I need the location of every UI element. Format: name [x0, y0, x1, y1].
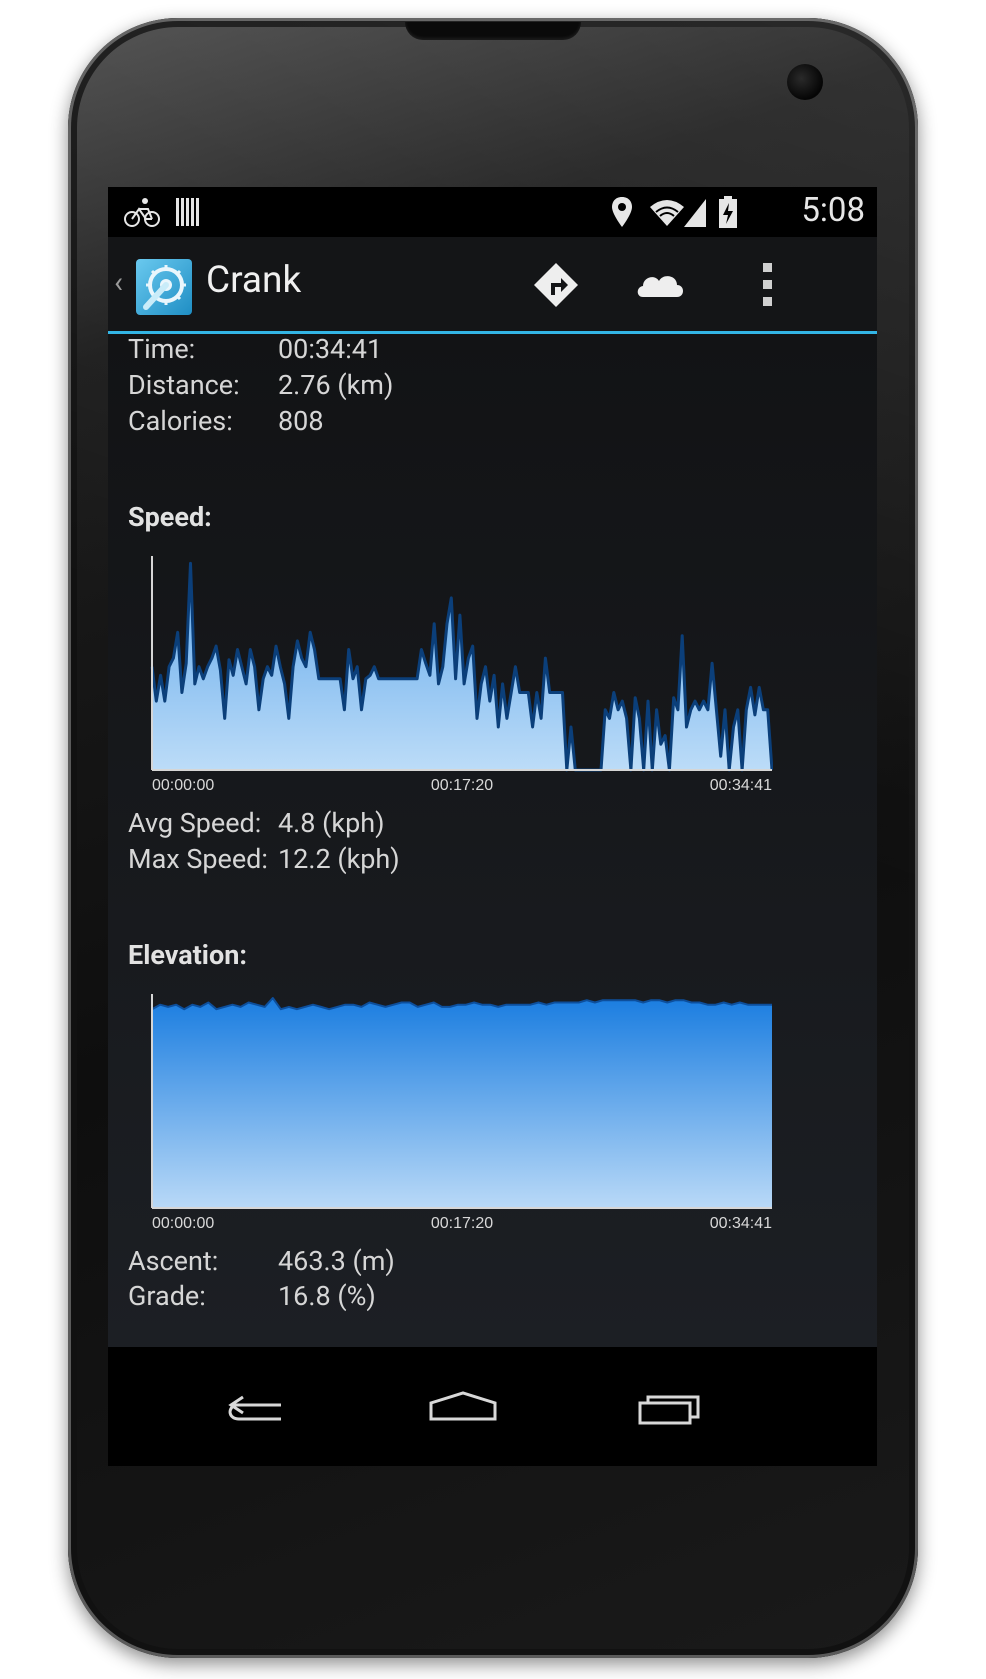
speed-chart-tick-label: 00:34:41	[710, 777, 772, 794]
calories-value: 808	[278, 405, 324, 437]
barcode-icon	[174, 195, 200, 233]
screen: 5:08 ‹ Crank Time: 00:34:41 Distance: 2.…	[108, 187, 877, 1466]
elevation-chart-tick-label: 00:17:20	[431, 1215, 493, 1232]
action-bar: ‹ Crank	[108, 237, 877, 334]
time-label: Time:	[128, 334, 196, 365]
elevation-chart-area	[152, 998, 772, 1208]
calories-label: Calories:	[128, 405, 233, 437]
navigation-bar	[108, 1347, 877, 1466]
directions-icon	[534, 263, 578, 307]
status-bar: 5:08	[108, 187, 877, 237]
elevation-chart-tick-label: 00:34:41	[710, 1215, 772, 1232]
home-button[interactable]	[413, 1367, 513, 1447]
avg-speed-value: 4.8 (kph)	[278, 807, 385, 839]
ascent-label: Ascent:	[128, 1245, 219, 1277]
cloud-icon	[637, 276, 683, 297]
speed-chart-tick-label: 00:00:00	[152, 777, 214, 794]
speed-title: Speed:	[128, 501, 212, 533]
wifi-icon	[648, 195, 686, 233]
recent-apps-icon	[638, 1395, 700, 1425]
distance-value: 2.76 (km)	[278, 369, 394, 401]
elevation-chart: 00:00:00 00:17:20 00:34:41	[151, 994, 772, 1232]
time-value: 00:34:41	[278, 334, 383, 365]
overflow-menu-icon	[763, 263, 772, 306]
back-icon	[228, 1395, 281, 1421]
back-button[interactable]	[205, 1367, 305, 1447]
ascent-value: 463.3 (m)	[278, 1245, 395, 1277]
signal-icon	[682, 195, 708, 233]
recent-apps-button[interactable]	[622, 1367, 722, 1447]
front-camera	[787, 64, 823, 100]
directions-button[interactable]	[526, 259, 586, 313]
cloud-sync-button[interactable]	[631, 259, 691, 313]
overflow-menu-button[interactable]	[738, 259, 798, 313]
bicycle-icon	[124, 195, 160, 233]
crank-app-icon[interactable]	[136, 259, 192, 315]
grade-value: 16.8 (%)	[278, 1280, 376, 1312]
battery-charging-icon	[718, 195, 738, 233]
location-pin-icon	[610, 195, 634, 233]
status-time: 5:08	[801, 191, 865, 230]
distance-label: Distance:	[128, 369, 240, 401]
home-icon	[429, 1391, 497, 1421]
app-title: Crank	[206, 259, 302, 302]
elevation-title: Elevation:	[128, 939, 247, 971]
earpiece-speaker	[405, 22, 581, 40]
up-caret-icon[interactable]: ‹	[114, 265, 123, 300]
avg-speed-label: Avg Speed:	[128, 807, 262, 839]
speed-chart: 00:00:00 00:17:20 00:34:41	[150, 556, 773, 794]
grade-label: Grade:	[128, 1280, 206, 1312]
speed-chart-tick-label: 00:17:20	[431, 777, 493, 794]
ride-details-content[interactable]: Time: 00:34:41 Distance: 2.76 (km) Calor…	[108, 334, 877, 1347]
max-speed-label: Max Speed:	[128, 843, 268, 875]
elevation-chart-tick-label: 00:00:00	[152, 1215, 214, 1232]
max-speed-value: 12.2 (kph)	[278, 843, 400, 875]
